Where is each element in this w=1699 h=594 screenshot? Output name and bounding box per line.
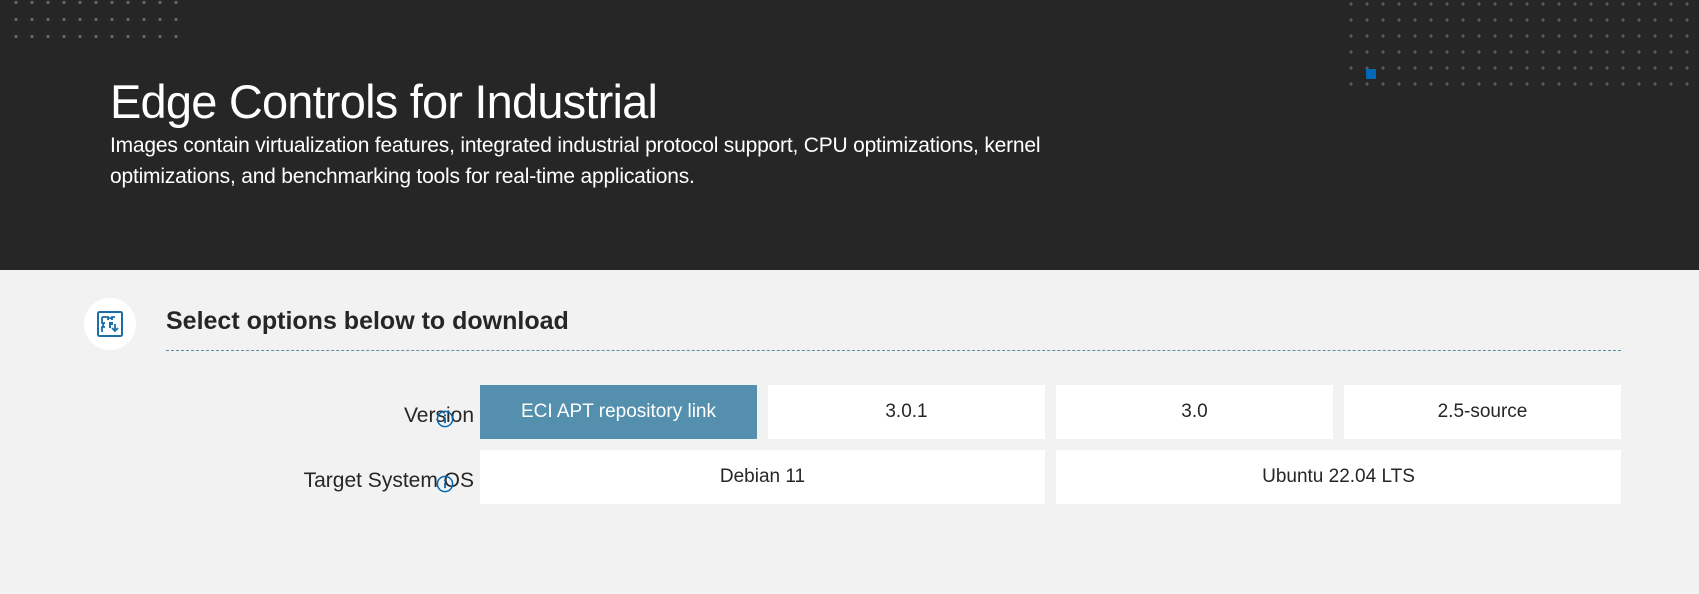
hero-banner: Edge Controls for Industrial Images cont… — [0, 0, 1699, 270]
os-option-ubuntu-22-04[interactable]: Ubuntu 22.04 LTS — [1056, 450, 1621, 504]
decorative-dot-grid-right — [1343, 0, 1699, 98]
version-option-3-0-1[interactable]: 3.0.1 — [768, 385, 1045, 439]
version-info-icon[interactable] — [436, 410, 454, 428]
page-title: Edge Controls for Industrial — [110, 75, 658, 128]
version-option-3-0[interactable]: 3.0 — [1056, 385, 1333, 439]
section-title: Select options below to download — [166, 307, 569, 335]
puzzle-download-icon — [84, 298, 136, 350]
target-os-info-icon[interactable] — [436, 475, 454, 493]
page-description: Images contain virtualization features, … — [110, 134, 1041, 188]
version-option-2-5-source[interactable]: 2.5-source — [1344, 385, 1621, 439]
decorative-dot-grid-left — [8, 0, 180, 42]
version-option-eci-apt[interactable]: ECI APT repository link — [480, 385, 757, 439]
os-option-debian-11[interactable]: Debian 11 — [480, 450, 1045, 504]
decorative-blue-square — [1366, 69, 1376, 79]
section-divider — [166, 350, 1621, 351]
